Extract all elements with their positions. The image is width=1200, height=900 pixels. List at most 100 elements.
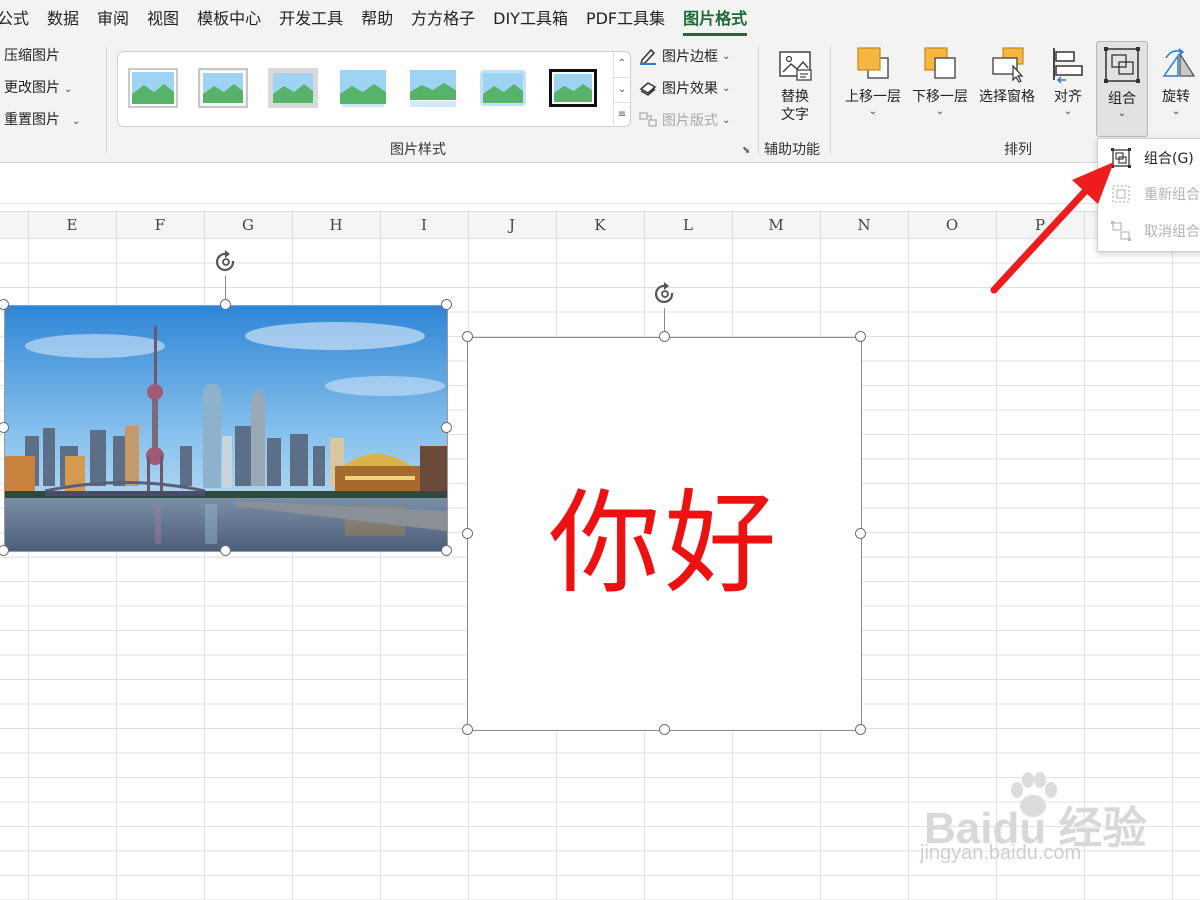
chevron-down-icon: ⌄ [1063, 106, 1073, 117]
city-skyline-picture[interactable] [4, 305, 448, 552]
group-separator [758, 46, 759, 154]
greeting-text-box[interactable]: 你好 [467, 337, 862, 731]
selection-pane-button[interactable]: 选择窗格 [976, 44, 1038, 106]
resize-handle-bottom[interactable] [220, 545, 231, 556]
alt-text-label-1: 替换 [781, 89, 809, 105]
gallery-more[interactable]: ≡ [613, 102, 630, 127]
tab-diy-toolbox[interactable]: DIY工具箱 [484, 0, 577, 38]
picture-style-7[interactable] [548, 68, 598, 108]
resize-handle-bottom[interactable] [659, 724, 670, 735]
tab-formulas[interactable]: 公式 [0, 0, 38, 38]
tab-pdf-tools[interactable]: PDF工具集 [577, 0, 674, 38]
tab-template-center[interactable]: 模板中心 [188, 0, 270, 38]
picture-style-1[interactable] [128, 68, 178, 108]
resize-handle-bottom-left[interactable] [462, 724, 473, 735]
chevron-down-icon: ⌄ [722, 82, 731, 94]
selection-pane-icon [992, 47, 1024, 83]
resize-handle-top-right[interactable] [855, 331, 866, 342]
gallery-scroll-up[interactable]: ⌃ [613, 52, 630, 76]
bring-forward-icon [857, 47, 889, 79]
picture-layout-label: 图片版式 [662, 113, 718, 129]
group-icon [1104, 47, 1140, 83]
picture-styles-group-label: 图片样式 [390, 142, 446, 158]
group-objects-button[interactable]: 组合 ⌄ [1096, 41, 1148, 137]
chevron-down-icon: ⌄ [722, 50, 731, 62]
resize-handle-bottom-right[interactable] [855, 724, 866, 735]
effects-icon [639, 82, 657, 96]
tab-help[interactable]: 帮助 [352, 0, 402, 38]
resize-handle-right[interactable] [441, 422, 452, 433]
city-skyline-image [5, 306, 447, 551]
layout-icon [639, 112, 657, 127]
column-header-m[interactable]: M [732, 212, 821, 238]
column-header-f[interactable]: F [116, 212, 205, 238]
change-picture-button[interactable]: 更改图片 ⌄ [4, 77, 72, 99]
column-header-i[interactable]: I [380, 212, 469, 238]
align-icon [1053, 48, 1083, 84]
column-header-l[interactable]: L [644, 212, 733, 238]
picture-border-label: 图片边框 [662, 49, 718, 65]
resize-handle-right[interactable] [855, 528, 866, 539]
column-header-h[interactable]: H [292, 212, 381, 238]
column-header-n[interactable]: N [820, 212, 909, 238]
change-picture-label: 更改图片 [4, 80, 60, 96]
greeting-text[interactable]: 你好 [468, 338, 861, 730]
tab-developer[interactable]: 开发工具 [270, 0, 352, 38]
picture-style-2[interactable] [198, 68, 248, 108]
resize-handle-top-left[interactable] [462, 331, 473, 342]
picture-style-3[interactable] [268, 68, 318, 108]
ribbon: 压缩图片 更改图片 ⌄ 重置图片 ⌄ ⌃ ⌄ ≡ 图片边框 ⌄ 图片效果 ⌄ 图… [0, 38, 1200, 163]
rotate-handle-icon[interactable] [211, 248, 241, 278]
resize-handle-left[interactable] [462, 528, 473, 539]
menu-item-ungroup-label: 取消组合 [1144, 224, 1200, 240]
picture-styles-gallery: ⌃ ⌄ ≡ [117, 51, 631, 127]
bring-forward-label: 上移一层 [845, 89, 901, 105]
column-header-g[interactable]: G [204, 212, 293, 238]
tab-fangfang[interactable]: 方方格子 [402, 0, 484, 38]
send-backward-button[interactable]: 下移一层 ⌄ [909, 44, 971, 118]
chevron-down-icon: ⌄ [935, 106, 945, 117]
menu-item-regroup-label: 重新组合 [1144, 187, 1200, 203]
menu-item-group-label: 组合(G) [1144, 151, 1194, 167]
tab-data[interactable]: 数据 [38, 0, 88, 38]
column-header-k[interactable]: K [556, 212, 645, 238]
alt-text-label-2: 文字 [781, 107, 809, 123]
chevron-down-icon: ⌄ [722, 114, 731, 126]
picture-style-4[interactable] [338, 68, 388, 108]
menu-bar: 公式 数据 审阅 视图 模板中心 开发工具 帮助 方方格子 DIY工具箱 PDF… [0, 0, 1200, 38]
rotate-handle-icon[interactable] [650, 280, 680, 310]
resize-handle-bottom-right[interactable] [441, 545, 452, 556]
picture-effects-button[interactable]: 图片效果 ⌄ [638, 77, 730, 99]
picture-style-5[interactable] [408, 68, 458, 108]
resize-handle-top-right[interactable] [441, 299, 452, 310]
chevron-down-icon: ⌄ [868, 106, 878, 117]
rotate-button[interactable]: 旋转 ⌄ [1152, 44, 1200, 118]
tab-view[interactable]: 视图 [138, 0, 188, 38]
picture-border-button[interactable]: 图片边框 ⌄ [638, 45, 730, 67]
chevron-down-icon: ⌄ [72, 116, 81, 127]
tab-review[interactable]: 审阅 [88, 0, 138, 38]
picture-layout-button[interactable]: 图片版式 ⌄ [638, 109, 730, 131]
column-header-j[interactable]: J [468, 212, 557, 238]
group-separator [830, 46, 831, 154]
bring-forward-button[interactable]: 上移一层 ⌄ [842, 44, 904, 118]
tab-picture-format[interactable]: 图片格式 [674, 0, 756, 38]
watermark-url: jingyan.baidu.com [920, 842, 1082, 864]
alt-text-button[interactable]: 替换 文字 [770, 48, 820, 124]
align-button[interactable]: 对齐 ⌄ [1043, 44, 1093, 118]
dialog-launcher-icon[interactable]: ⬊ [742, 145, 750, 156]
column-header-partial[interactable] [0, 212, 29, 238]
align-label: 对齐 [1054, 89, 1082, 105]
resize-handle-top[interactable] [220, 299, 231, 310]
picture-effects-label: 图片效果 [662, 81, 718, 97]
pen-icon [639, 48, 656, 65]
chevron-down-icon: ⌄ [64, 84, 73, 95]
compress-pictures-button[interactable]: 压缩图片 [4, 45, 60, 67]
picture-style-6[interactable] [478, 68, 528, 108]
gallery-scroll-down[interactable]: ⌄ [613, 77, 630, 102]
resize-handle-top[interactable] [659, 331, 670, 342]
send-backward-label: 下移一层 [912, 89, 968, 105]
group-label: 组合 [1108, 91, 1136, 107]
column-header-e[interactable]: E [28, 212, 117, 238]
reset-picture-button[interactable]: 重置图片 ⌄ [4, 109, 80, 131]
